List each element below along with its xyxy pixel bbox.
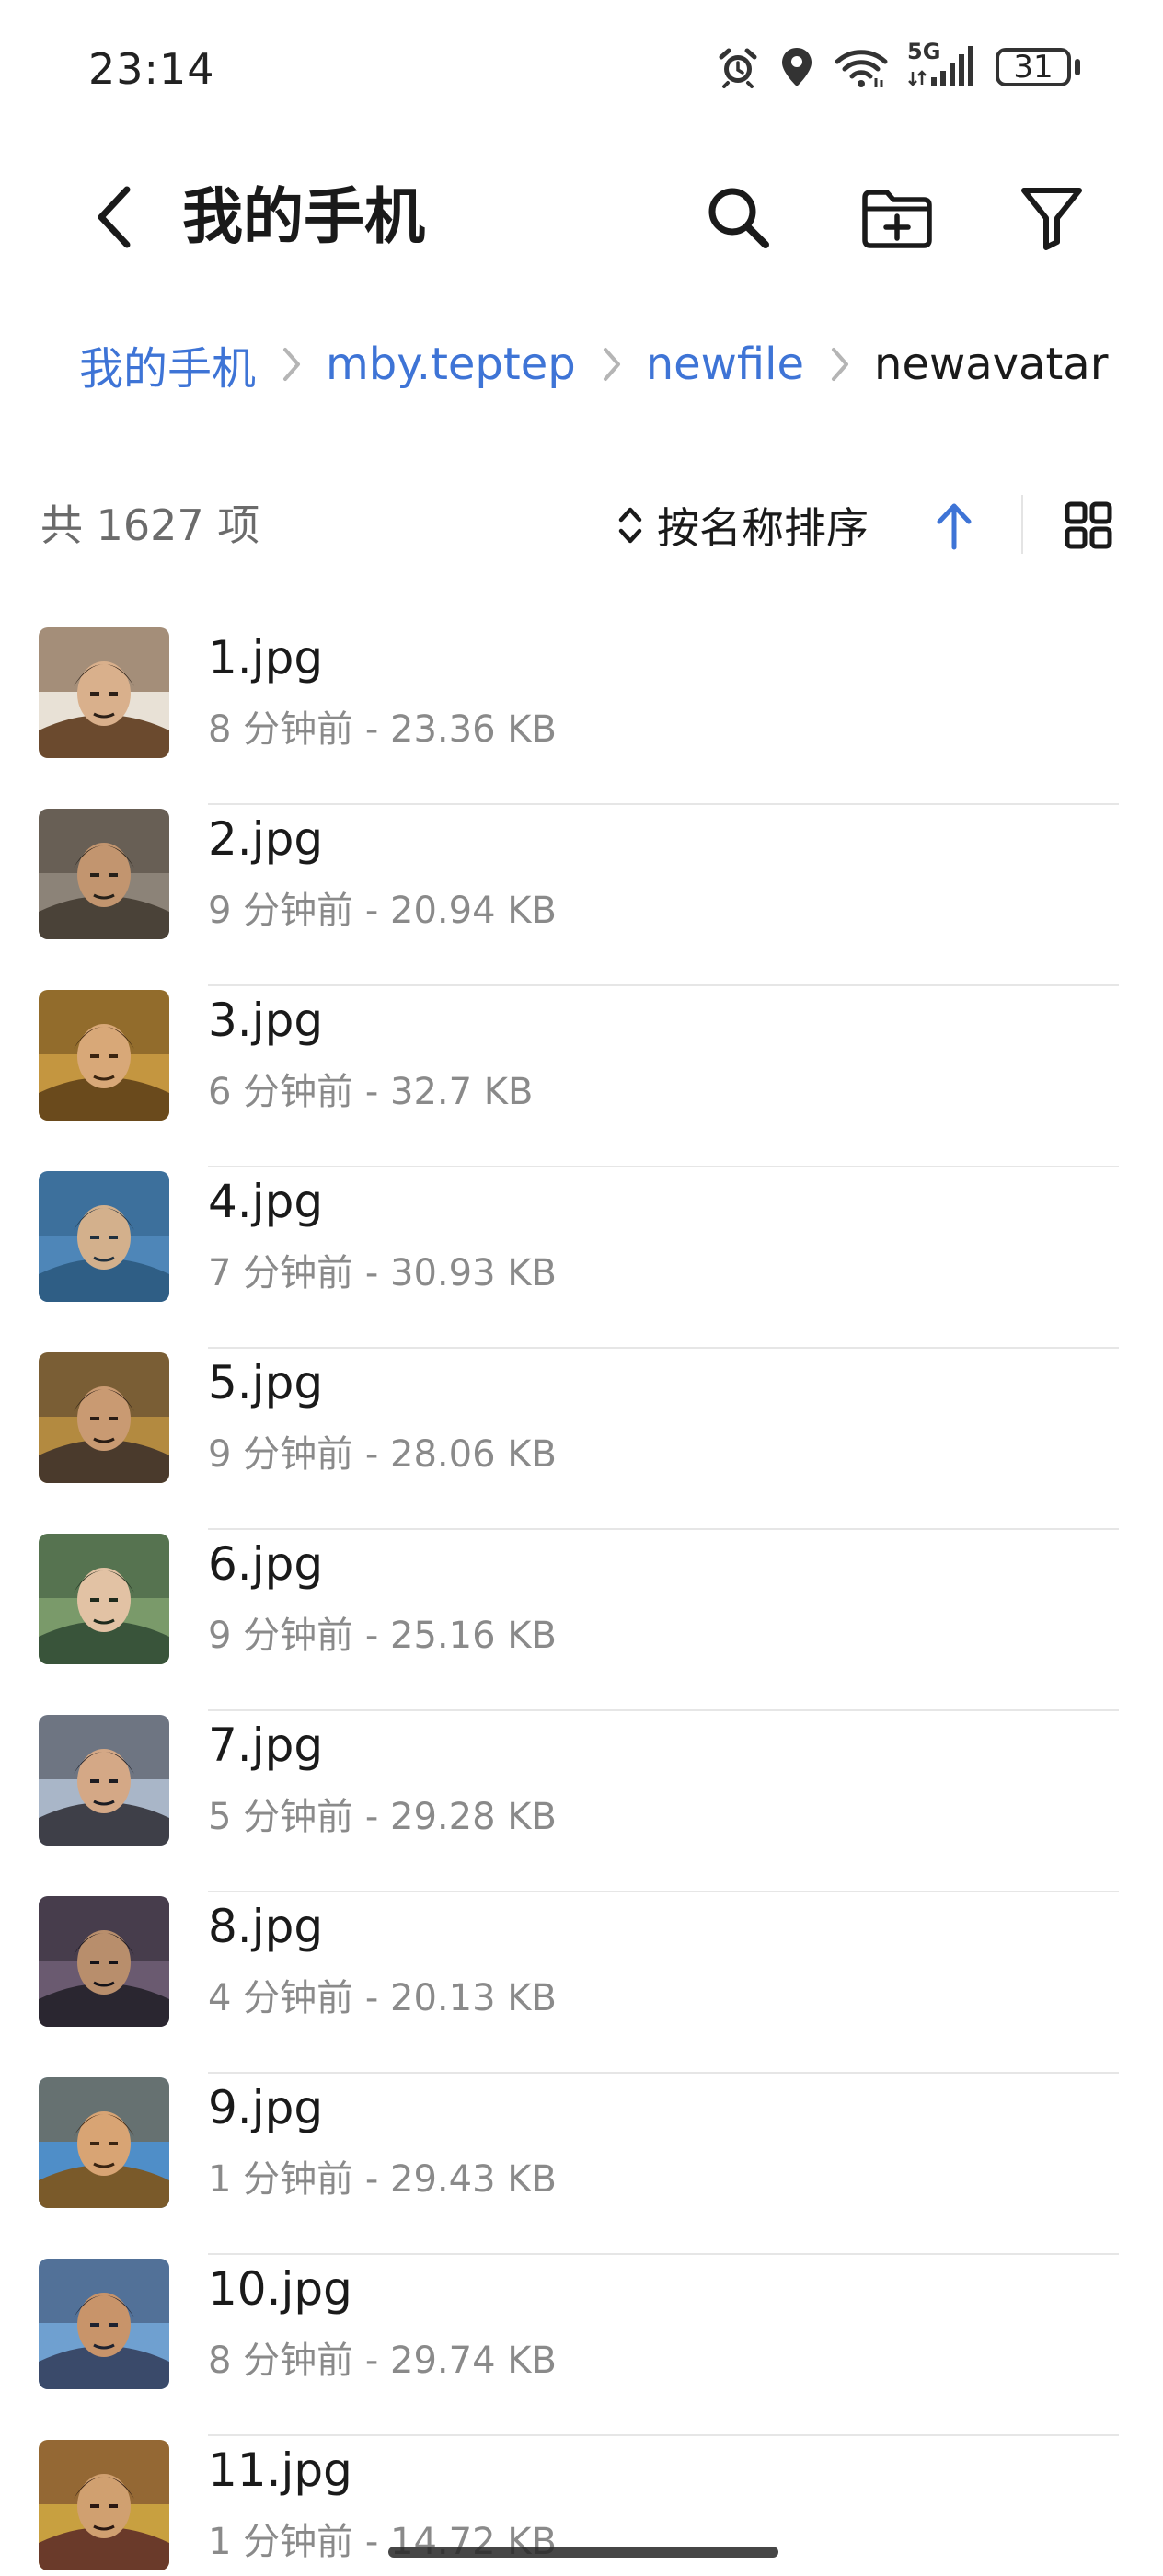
home-indicator[interactable] <box>388 2547 778 2558</box>
file-thumbnail <box>39 1352 169 1483</box>
status-time: 23:14 <box>88 44 215 94</box>
file-meta: 7 分钟前 - 30.93 KB <box>208 1252 557 1294</box>
sort-label: 按名称排序 <box>657 503 869 553</box>
file-name: 11.jpg <box>208 2444 352 2497</box>
grid-view-button[interactable] <box>1056 493 1121 558</box>
new-folder-icon <box>862 190 932 248</box>
file-name: 3.jpg <box>208 994 324 1047</box>
file-manager-screen: 23:14 5G 31 我的手机 我的手机 mby.teptep newfile… <box>0 0 1163 2576</box>
file-name: 7.jpg <box>208 1719 324 1772</box>
file-name: 8.jpg <box>208 1900 324 1953</box>
file-meta: 9 分钟前 - 25.16 KB <box>208 1615 557 1657</box>
file-name: 5.jpg <box>208 1356 324 1409</box>
item-count: 共 1627 项 <box>40 500 260 550</box>
file-thumbnail <box>39 1896 169 2027</box>
file-thumbnail <box>39 1171 169 1302</box>
file-row[interactable]: 6.jpg 9 分钟前 - 25.16 KB <box>0 1530 1163 1711</box>
sort-direction-button[interactable] <box>926 495 983 556</box>
alarm-icon <box>716 45 760 89</box>
wifi-icon <box>834 45 889 89</box>
file-meta: 6 分钟前 - 32.7 KB <box>208 1071 534 1113</box>
arrow-up-icon <box>937 503 972 550</box>
battery-icon: 31 <box>996 46 1080 88</box>
status-bar: 23:14 5G 31 <box>0 0 1163 138</box>
file-thumbnail <box>39 1715 169 1846</box>
file-thumbnail <box>39 990 169 1121</box>
chevron-right-icon <box>282 344 302 385</box>
file-row[interactable]: 10.jpg 8 分钟前 - 29.74 KB <box>0 2255 1163 2436</box>
cellular-signal-icon: 5G <box>907 39 977 90</box>
location-icon <box>778 45 815 89</box>
chevron-right-icon <box>602 344 622 385</box>
file-meta: 4 分钟前 - 20.13 KB <box>208 1977 557 2019</box>
search-button[interactable] <box>697 177 780 259</box>
file-row[interactable]: 8.jpg 4 分钟前 - 20.13 KB <box>0 1892 1163 2074</box>
file-name: 9.jpg <box>208 2081 324 2134</box>
file-row[interactable]: 5.jpg 9 分钟前 - 28.06 KB <box>0 1349 1163 1530</box>
breadcrumb: 我的手机 mby.teptep newfile newavatar <box>79 328 1108 401</box>
top-app-bar: 我的手机 <box>0 156 1163 276</box>
file-row[interactable]: 7.jpg 5 分钟前 - 29.28 KB <box>0 1711 1163 1892</box>
file-row[interactable]: 1.jpg 8 分钟前 - 23.36 KB <box>0 624 1163 805</box>
file-meta: 1 分钟前 - 14.72 KB <box>208 2521 557 2563</box>
file-meta: 5 分钟前 - 29.28 KB <box>208 1796 557 1838</box>
filter-button[interactable] <box>1010 177 1093 259</box>
breadcrumb-item-newfile[interactable]: newfile <box>646 339 804 390</box>
file-thumbnail <box>39 809 169 939</box>
breadcrumb-item-my-phone[interactable]: 我的手机 <box>79 332 256 397</box>
file-meta: 8 分钟前 - 23.36 KB <box>208 708 557 751</box>
breadcrumb-item-mby-teptep[interactable]: mby.teptep <box>326 339 576 390</box>
file-thumbnail <box>39 2440 169 2570</box>
file-meta: 1 分钟前 - 29.43 KB <box>208 2158 557 2201</box>
file-row[interactable]: 4.jpg 7 分钟前 - 30.93 KB <box>0 1167 1163 1349</box>
file-row[interactable]: 2.jpg 9 分钟前 - 20.94 KB <box>0 805 1163 986</box>
new-folder-button[interactable] <box>856 177 938 259</box>
sort-button[interactable]: 按名称排序 <box>616 493 869 558</box>
file-name: 4.jpg <box>208 1175 324 1228</box>
file-row[interactable]: 9.jpg 1 分钟前 - 29.43 KB <box>0 2074 1163 2255</box>
breadcrumb-item-newavatar: newavatar <box>874 339 1109 390</box>
file-thumbnail <box>39 2077 169 2208</box>
sort-toggle-icon <box>618 507 642 544</box>
file-row[interactable]: 3.jpg 6 分钟前 - 32.7 KB <box>0 986 1163 1167</box>
grid-view-icon <box>1065 501 1112 549</box>
search-icon <box>708 188 769 248</box>
file-name: 2.jpg <box>208 812 324 866</box>
file-thumbnail <box>39 1534 169 1664</box>
status-icons: 5G 31 <box>716 39 1080 92</box>
file-thumbnail <box>39 627 169 758</box>
back-button[interactable] <box>81 180 147 254</box>
battery-level: 31 <box>1013 49 1054 86</box>
file-meta: 8 分钟前 - 29.74 KB <box>208 2340 557 2382</box>
file-name: 6.jpg <box>208 1537 324 1591</box>
header-divider <box>1021 495 1023 554</box>
file-meta: 9 分钟前 - 28.06 KB <box>208 1433 557 1476</box>
page-title: 我的手机 <box>182 181 425 252</box>
file-list: 1.jpg 8 分钟前 - 23.36 KB 2.jpg 9 分钟前 - 20.94 … <box>0 624 1163 2576</box>
filter-icon <box>1021 188 1082 250</box>
file-thumbnail <box>39 2259 169 2389</box>
list-header: 共 1627 项 按名称排序 <box>0 488 1163 561</box>
file-meta: 9 分钟前 - 20.94 KB <box>208 890 557 932</box>
back-arrow-icon <box>98 186 131 248</box>
chevron-right-icon <box>830 344 850 385</box>
file-name: 10.jpg <box>208 2262 352 2316</box>
file-name: 1.jpg <box>208 631 324 684</box>
